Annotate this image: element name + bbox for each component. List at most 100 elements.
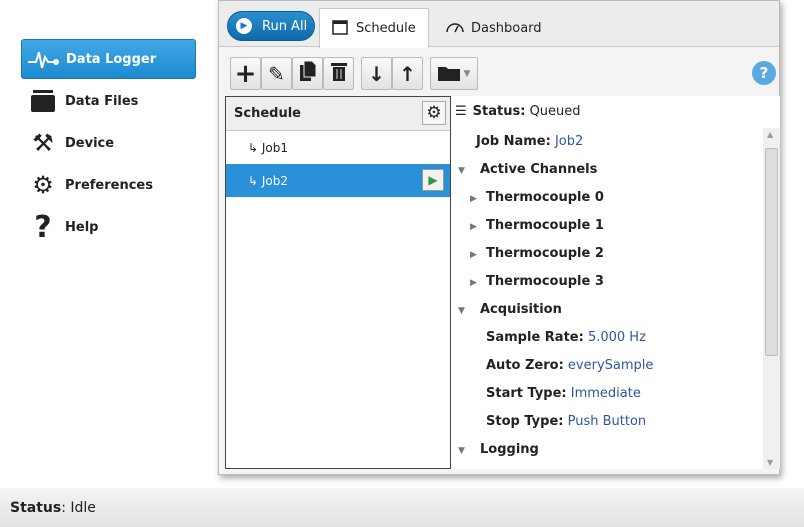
channel-node[interactable]: ▶ Thermocouple 1: [470, 218, 604, 233]
main-panel: ▶ Run All Schedule Dashboard + ✎ ↓ ↑ ▼ ? …: [218, 0, 780, 475]
add-button[interactable]: +: [230, 57, 261, 90]
schedule-header: Schedule ⚙: [226, 97, 450, 131]
active-channels-node[interactable]: ▼ Active Channels: [458, 162, 597, 177]
help-icon: ?: [759, 64, 769, 82]
folder-icon: [21, 90, 65, 112]
trash-icon: [330, 61, 347, 86]
sidebar-item-label: Preferences: [65, 177, 153, 193]
caret-right-icon: ▶: [470, 194, 477, 204]
status-bar-label: Status: [10, 499, 62, 516]
start-type-value: Immediate: [570, 386, 641, 401]
arrow-down-icon: ↓: [368, 61, 385, 86]
field-label: Job Name:: [476, 134, 551, 149]
node-label: Logging: [480, 442, 539, 457]
field-label: Start Type:: [486, 386, 567, 401]
auto-zero-value: everySample: [567, 358, 654, 373]
list-item[interactable]: ↳ Job1: [226, 131, 450, 164]
schedule-settings-button[interactable]: ⚙: [422, 101, 446, 125]
plus-icon: +: [234, 58, 257, 89]
calendar-icon: [332, 19, 348, 39]
chevron-down-icon: ▼: [463, 68, 471, 79]
status-value: Queued: [529, 104, 581, 119]
sidebar-item-preferences[interactable]: ⚙ Preferences: [21, 165, 196, 205]
job-label: ↳ Job2: [248, 173, 289, 188]
gauge-icon: [445, 19, 465, 37]
tab-dashboard[interactable]: Dashboard: [433, 8, 554, 48]
sidebar-item-data-files[interactable]: Data Files: [21, 81, 196, 121]
arrow-up-icon: ↑: [399, 61, 416, 86]
copy-icon: [299, 60, 316, 86]
sample-rate-value: 5.000 Hz: [587, 330, 646, 345]
status-bar: Status: Idle: [0, 488, 804, 527]
tab-bar: ▶ Run All Schedule Dashboard: [219, 1, 779, 48]
start-type-row: Start Type: Immediate: [486, 386, 641, 401]
waveform-icon: [22, 48, 66, 70]
node-label: Thermocouple 2: [486, 246, 604, 261]
auto-zero-row: Auto Zero: everySample: [486, 358, 653, 373]
caret-down-icon: ▼: [458, 446, 465, 456]
channel-node[interactable]: ▶ Thermocouple 0: [470, 190, 604, 205]
folder-icon: [437, 62, 460, 86]
play-icon: ▶: [236, 18, 252, 34]
caret-down-icon: ▼: [458, 306, 465, 316]
folder-menu-button[interactable]: ▼: [430, 57, 478, 90]
caret-right-icon: ▶: [470, 278, 477, 288]
node-label: Acquisition: [480, 302, 562, 317]
stop-type-row: Stop Type: Push Button: [486, 414, 646, 429]
move-up-button[interactable]: ↑: [392, 57, 423, 90]
sample-rate-row: Sample Rate: 5.000 Hz: [486, 330, 646, 345]
channel-node[interactable]: ▶ Thermocouple 3: [470, 274, 604, 289]
caret-down-icon: ▼: [458, 166, 465, 176]
run-all-button[interactable]: ▶ Run All: [227, 11, 315, 41]
delete-button[interactable]: [323, 57, 354, 90]
status-row: ☰ Status: Queued: [455, 104, 581, 119]
schedule-title: Schedule: [234, 106, 301, 121]
node-label: Thermocouple 1: [486, 218, 604, 233]
job-name-value: Job2: [554, 134, 584, 149]
status-label: Status:: [472, 104, 526, 119]
scroll-down-icon[interactable]: ▼: [767, 458, 773, 467]
stop-type-value: Push Button: [567, 414, 647, 429]
tab-label: Dashboard: [471, 20, 542, 36]
tab-label: Schedule: [356, 21, 416, 36]
sidebar-item-label: Data Files: [65, 93, 139, 109]
status-bar-value: : Idle: [61, 499, 96, 516]
scroll-up-icon[interactable]: ▲: [767, 130, 773, 139]
copy-button[interactable]: [292, 57, 323, 90]
sidebar-item-label: Data Logger: [66, 51, 157, 67]
sidebar-item-device[interactable]: ⚒ Device: [21, 123, 196, 163]
job-name-row: Job Name: Job2: [476, 134, 583, 149]
caret-right-icon: ▶: [470, 250, 477, 260]
scrollbar-thumb[interactable]: [765, 148, 778, 356]
run-job-button[interactable]: ▶: [422, 169, 444, 191]
list-item[interactable]: ↳ Job2 ▶: [226, 164, 450, 197]
job-label: ↳ Job1: [248, 140, 289, 155]
tools-icon: ⚒: [32, 129, 54, 157]
move-down-button[interactable]: ↓: [361, 57, 392, 90]
schedule-list: Schedule ⚙ ↳ Job1 ↳ Job2 ▶: [225, 96, 451, 469]
gear-icon: ⚙: [426, 103, 442, 123]
play-icon: ▶: [428, 173, 438, 187]
node-label: Thermocouple 0: [486, 190, 604, 205]
run-all-label: Run All: [262, 18, 308, 34]
sidebar-item-label: Help: [65, 219, 99, 235]
tab-schedule[interactable]: Schedule: [319, 8, 429, 48]
help-button[interactable]: ?: [752, 61, 776, 85]
caret-right-icon: ▶: [470, 222, 477, 232]
field-label: Sample Rate:: [486, 330, 584, 345]
sort-icon: ☰: [455, 104, 467, 119]
sidebar-item-help[interactable]: ? Help: [21, 207, 196, 247]
sidebar-item-label: Device: [65, 135, 115, 151]
channel-node[interactable]: ▶ Thermocouple 2: [470, 246, 604, 261]
sidebar-item-data-logger[interactable]: Data Logger: [21, 39, 196, 79]
question-icon: ?: [34, 209, 52, 245]
acquisition-node[interactable]: ▼ Acquisition: [458, 302, 562, 317]
pencil-icon: ✎: [268, 61, 285, 86]
logging-node[interactable]: ▼ Logging: [458, 442, 539, 457]
gear-icon: ⚙: [32, 171, 54, 199]
node-label: Thermocouple 3: [486, 274, 604, 289]
details-scrollbar[interactable]: ▲ ▼: [763, 128, 780, 469]
field-label: Stop Type:: [486, 414, 564, 429]
node-label: Active Channels: [480, 162, 598, 177]
edit-button[interactable]: ✎: [261, 57, 292, 90]
